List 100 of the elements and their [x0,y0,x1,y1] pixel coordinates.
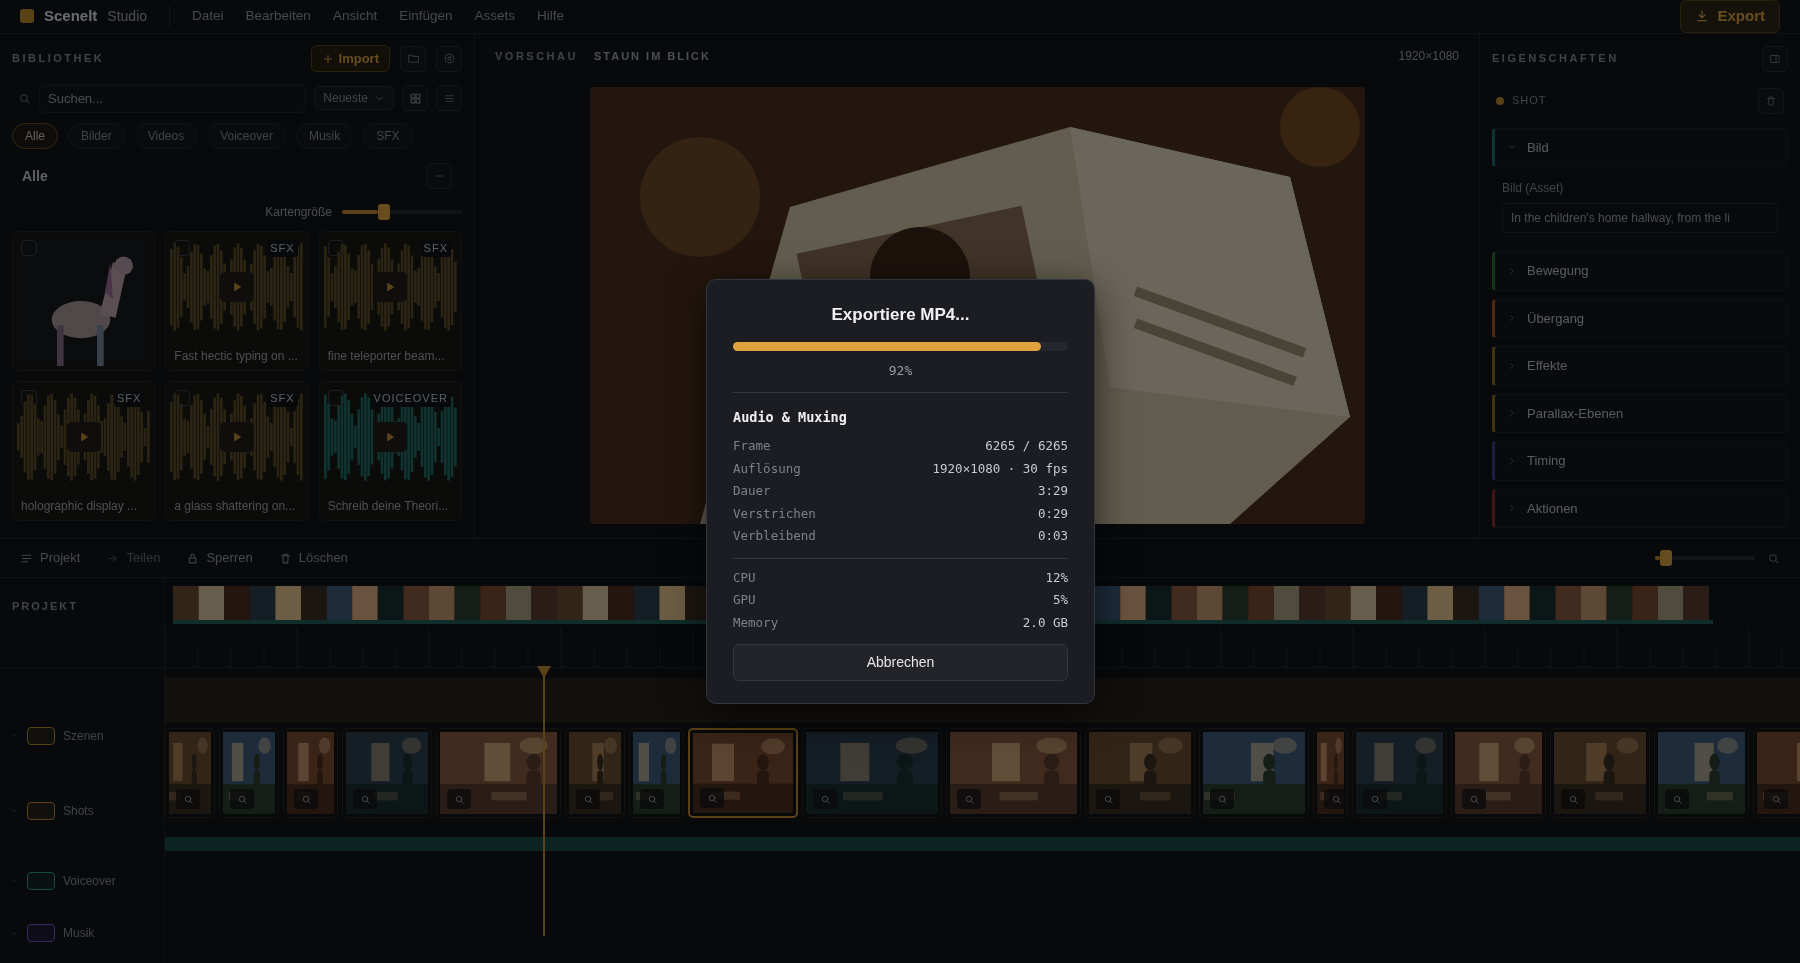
play-icon [231,431,243,443]
toolbar-button[interactable]: Projekt [20,548,81,568]
delete-shot-button[interactable] [1758,87,1784,114]
chevron-icon [1507,360,1517,371]
section-header[interactable]: Parallax-Ebenen [1492,393,1788,433]
asset-name: fine teleporter beam... [326,348,446,365]
menu-item[interactable]: Hilfe [537,6,564,27]
track-label: Shots [63,802,94,820]
chevron-icon [1507,503,1517,514]
settings-button[interactable] [436,45,462,72]
section-header[interactable]: Effekte [1492,346,1788,386]
stage-title: Audio & Muxing [733,408,848,427]
grid-view-button[interactable] [402,85,428,112]
asset-type-label: SFX [113,390,145,407]
section-header[interactable]: Timing [1492,441,1788,481]
zoom-icon [1770,793,1782,805]
stat-label: Auflösung [733,459,801,478]
stat-value: 1920×1080 · 30 fps [932,459,1068,478]
section-header[interactable]: Übergang [1492,298,1788,338]
asset-type-label: SFX [267,390,298,407]
asset-card[interactable]: SFX holographic display ... [12,381,156,521]
play-button[interactable] [373,422,408,452]
checkbox[interactable] [174,240,191,256]
stat-label: Verbleibend [733,527,816,546]
filter-chip[interactable]: Videos [134,123,198,149]
stat-value: 12% [1045,568,1068,587]
asset-card[interactable]: VOICEOVER Schreib deine Theori... [318,381,462,521]
zoom-icon [453,793,465,805]
panel-title: EIGENSCHAFTEN [1492,51,1619,67]
checkbox[interactable] [21,390,37,406]
list-view-button[interactable] [436,85,462,112]
section-title: Alle [22,166,48,186]
zoom-icon [359,793,371,805]
folder-button[interactable] [400,45,426,72]
section-header[interactable]: Bild [1492,127,1788,167]
checkbox[interactable] [174,390,191,406]
zoom-icon [1330,793,1342,805]
grid-icon [408,91,422,105]
zoom-icon [1567,793,1579,805]
menu-item[interactable]: Datei [192,6,224,27]
play-button[interactable] [373,272,408,302]
filter-chip[interactable]: Voiceover [207,123,286,149]
folder-icon [406,52,420,65]
app-name: Scenelt [44,6,98,26]
logo-icon [20,9,34,24]
zoom-icon [300,793,312,805]
zoom-icon [646,793,658,805]
checkbox[interactable] [327,390,344,406]
download-icon [1695,9,1710,24]
filter-chip[interactable]: Bilder [68,123,125,149]
asset-name: a glass shattering on... [173,498,297,515]
zoom-icon [1102,793,1114,805]
checkbox[interactable] [327,240,344,256]
menu-item[interactable]: Bearbeiten [245,6,311,27]
app-edition: Studio [107,6,148,26]
play-button[interactable] [220,422,254,452]
zoom-icon [236,793,248,805]
search-icon [18,91,31,105]
asset-card[interactable]: SFX Fast hectic typing on ... [165,231,309,371]
filter-chip[interactable]: Alle [12,123,58,149]
collapse-button[interactable] [426,163,452,189]
chevron-icon [1507,408,1517,419]
import-button[interactable]: Import [310,44,390,73]
filter-chip[interactable]: Musik [295,123,354,149]
cancel-button[interactable]: Abbrechen [733,644,1068,682]
filter-chip[interactable]: SFX [363,123,413,149]
export-button[interactable]: Export [1680,0,1780,33]
toolbar-button[interactable]: Sperren [186,548,253,568]
text-field[interactable]: In the children's home hallway, from the li [1502,203,1778,233]
play-button[interactable] [66,422,101,452]
menu-item[interactable]: Assets [474,6,515,27]
asset-type-label: SFX [420,240,451,257]
stat-value: 2.0 GB [1022,613,1068,632]
search-icon [1767,551,1780,565]
zoom-icon [1671,793,1683,805]
panel-title: BIBLIOTHEK [12,51,105,67]
resolution-label: 1920×1080 [1398,48,1459,65]
project-label: PROJEKT [0,578,164,668]
collapse-panel-button[interactable] [1762,45,1788,72]
settings-icon [442,52,456,65]
panel-title: VORSCHAU [495,48,578,64]
play-icon [384,281,397,293]
asset-card[interactable]: SFX a glass shattering on... [165,381,309,521]
play-button[interactable] [220,272,254,302]
toolbar-button[interactable]: Löschen [278,548,348,568]
menu-item[interactable]: Ansicht [332,6,378,27]
dialog-title: Exportiere MP4... [830,304,971,326]
asset-name: Fast hectic typing on ... [173,348,299,365]
sort-dropdown[interactable]: Neueste [314,86,394,111]
stat-label: Dauer [733,482,771,501]
section-label: Bewegung [1527,262,1589,280]
section-header[interactable]: Bewegung [1492,251,1788,291]
asset-card[interactable]: SFX fine teleporter beam... [318,231,462,371]
playhead[interactable] [536,666,552,936]
search-field[interactable]: Suchen... [39,83,307,113]
menu-item[interactable]: Einfügen [399,6,453,27]
progress-percent: 92% [887,361,914,380]
section-label: Parallax-Ebenen [1527,404,1624,423]
section-header[interactable]: Aktionen [1492,488,1788,528]
play-icon [384,431,397,443]
